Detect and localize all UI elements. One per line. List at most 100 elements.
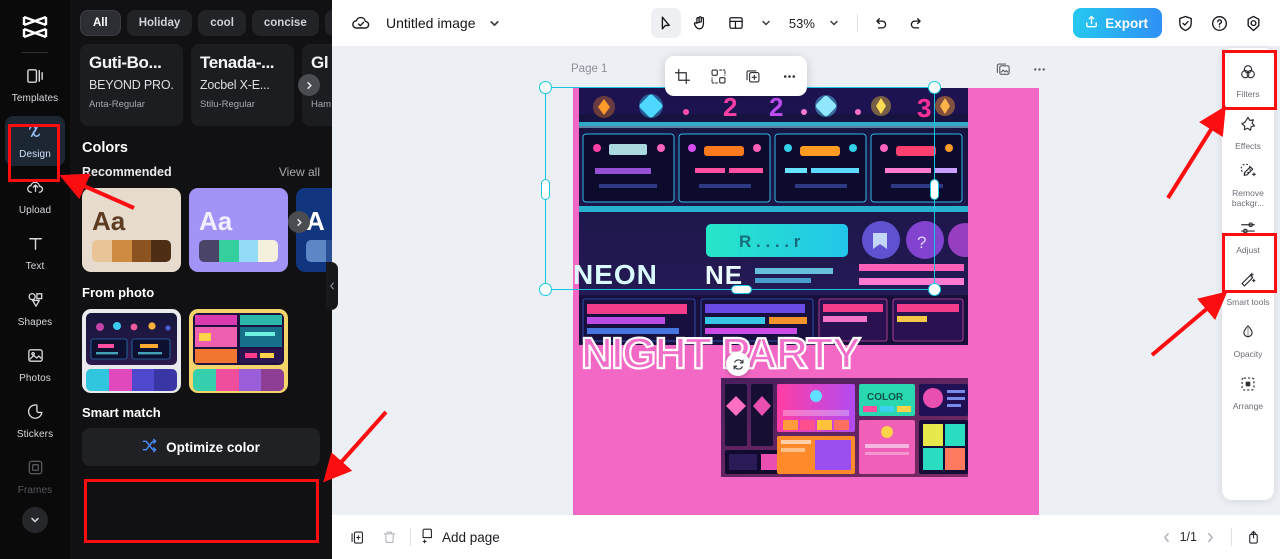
right-item-remove-background[interactable]: Remove backgr... xyxy=(1223,159,1273,211)
zoom-level[interactable]: 53% xyxy=(789,16,815,31)
swatch-aa-label: Aa xyxy=(199,206,233,236)
font-card[interactable]: Tenada-... Zocbel X-E... Stilu-Regular xyxy=(191,44,294,126)
selection-handle-bottom[interactable] xyxy=(731,285,752,294)
arrange-icon xyxy=(1239,375,1257,398)
photos-icon xyxy=(26,346,45,370)
sidebar-item-text[interactable]: Text xyxy=(5,228,65,278)
selection-handle-right[interactable] xyxy=(930,179,939,200)
export-label: Export xyxy=(1105,15,1149,31)
replace-image-icon[interactable] xyxy=(992,58,1014,80)
bottom-bar: Add page 1/1 xyxy=(332,515,1280,559)
from-photo-strip xyxy=(193,369,284,391)
swatch-row-next-button[interactable] xyxy=(288,211,310,233)
gear-icon[interactable] xyxy=(1238,8,1268,38)
smart-match-title: Smart match xyxy=(82,405,161,420)
recommended-header: Recommended View all xyxy=(70,156,332,179)
color-swatch-card[interactable]: Aa xyxy=(189,188,288,272)
right-item-effects[interactable]: Effects xyxy=(1223,107,1273,159)
share-up-icon xyxy=(1084,14,1099,32)
next-page-button[interactable] xyxy=(1197,524,1223,550)
more-horizontal-icon[interactable] xyxy=(1028,58,1050,80)
design-panel: All Holiday cool concise Guti-Bo... BEYO… xyxy=(70,0,332,559)
font-card-line2: Zocbel X-E... xyxy=(200,78,270,92)
remove-background-icon[interactable] xyxy=(705,63,731,89)
page-label: Page 1 xyxy=(571,63,608,75)
sidebar-item-upload[interactable]: Upload xyxy=(5,172,65,222)
export-page-icon[interactable] xyxy=(1240,524,1266,550)
select-tool-button[interactable] xyxy=(650,8,681,38)
font-row-next-button[interactable] xyxy=(298,74,320,96)
from-photo-card[interactable] xyxy=(82,309,181,393)
trash-icon[interactable] xyxy=(376,524,402,550)
cloud-check-icon[interactable] xyxy=(346,8,376,38)
undo-button[interactable] xyxy=(866,8,896,38)
export-button[interactable]: Export xyxy=(1073,8,1163,38)
right-item-smart-tools[interactable]: Smart tools xyxy=(1223,263,1273,315)
effects-icon xyxy=(1239,115,1257,138)
rotate-icon[interactable] xyxy=(726,352,750,376)
sidebar-item-frames[interactable]: Frames xyxy=(5,452,65,502)
chip-all[interactable]: All xyxy=(80,10,121,36)
font-card[interactable]: Guti-Bo... BEYOND PRO... Anta-Regular xyxy=(80,44,183,126)
right-item-label: Adjust xyxy=(1236,245,1260,255)
right-item-filters[interactable]: Filters xyxy=(1223,55,1273,107)
recommended-swatch-row: Aa Aa A xyxy=(70,179,332,272)
right-item-arrange[interactable]: Arrange xyxy=(1223,367,1273,419)
sidebar-item-templates[interactable]: Templates xyxy=(5,60,65,110)
hand-tool-button[interactable] xyxy=(685,8,715,38)
sidebar-item-stickers[interactable]: Stickers xyxy=(5,396,65,446)
add-page-button[interactable]: Add page xyxy=(419,527,500,547)
zoom-caret[interactable] xyxy=(819,8,849,38)
prev-page-button[interactable] xyxy=(1154,524,1180,550)
canvas-stage: Page 1 2 2 3 R . . . . r ? NEON NE NIGHT… xyxy=(332,46,1280,522)
crop-icon[interactable] xyxy=(670,63,696,89)
sidebar-item-label: Upload xyxy=(18,205,52,216)
layout-caret[interactable] xyxy=(751,8,781,38)
stickers-icon xyxy=(26,402,45,426)
selection-handle-bottom-right[interactable] xyxy=(928,283,941,296)
chip-cool[interactable]: cool xyxy=(198,10,246,36)
chip-holiday[interactable]: Holiday xyxy=(126,10,193,36)
redo-button[interactable] xyxy=(902,8,932,38)
chip-expand-button[interactable] xyxy=(324,10,332,36)
duplicate-page-icon[interactable] xyxy=(344,524,370,550)
colors-section-title: Colors xyxy=(82,140,128,156)
remove-background-icon xyxy=(1239,162,1257,185)
font-card-line1: Guti-Bo... xyxy=(89,53,162,72)
color-swatch-card[interactable]: Aa xyxy=(82,188,181,272)
panel-collapse-handle[interactable] xyxy=(326,262,338,310)
right-item-opacity[interactable]: Opacity xyxy=(1223,315,1273,367)
optimize-color-button[interactable]: Optimize color xyxy=(82,428,320,466)
selection-handle-left[interactable] xyxy=(541,179,550,200)
swatch-aa-label: Aa xyxy=(92,206,126,236)
shuffle-icon xyxy=(142,438,157,456)
selection-handle-bottom-left[interactable] xyxy=(539,283,552,296)
app-logo[interactable] xyxy=(0,8,70,46)
right-item-label: Arrange xyxy=(1232,401,1264,411)
layout-tool-button[interactable] xyxy=(721,8,751,38)
right-item-adjust[interactable]: Adjust xyxy=(1223,211,1273,263)
swatch-strip xyxy=(92,240,171,262)
right-item-label: Remove backgr... xyxy=(1231,188,1265,208)
sidebar-item-shapes[interactable]: Shapes xyxy=(5,284,65,334)
duplicate-icon[interactable] xyxy=(741,63,767,89)
selection-handle-top-left[interactable] xyxy=(539,81,552,94)
from-photo-card[interactable] xyxy=(189,309,288,393)
selection-box[interactable] xyxy=(539,81,941,296)
sidebar-item-design[interactable]: Design xyxy=(5,116,65,166)
selection-handle-top-right[interactable] xyxy=(928,81,941,94)
from-photo-title: From photo xyxy=(82,285,155,300)
document-title[interactable]: Untitled image xyxy=(386,15,476,31)
rail-expand-button[interactable] xyxy=(22,507,48,533)
sidebar-item-photos[interactable]: Photos xyxy=(5,340,65,390)
more-horizontal-icon[interactable] xyxy=(776,63,802,89)
optimize-color-label: Optimize color xyxy=(166,439,260,455)
document-title-caret[interactable] xyxy=(480,8,510,38)
question-circle-icon[interactable] xyxy=(1204,8,1234,38)
font-card-line3: Stilu-Regular xyxy=(200,99,255,110)
shield-check-icon[interactable] xyxy=(1170,8,1200,38)
sidebar-item-label: Frames xyxy=(17,485,53,496)
top-toolbar: Untitled image 53% Export xyxy=(332,0,1280,46)
view-all-link[interactable]: View all xyxy=(279,165,320,179)
chip-concise[interactable]: concise xyxy=(251,10,319,36)
